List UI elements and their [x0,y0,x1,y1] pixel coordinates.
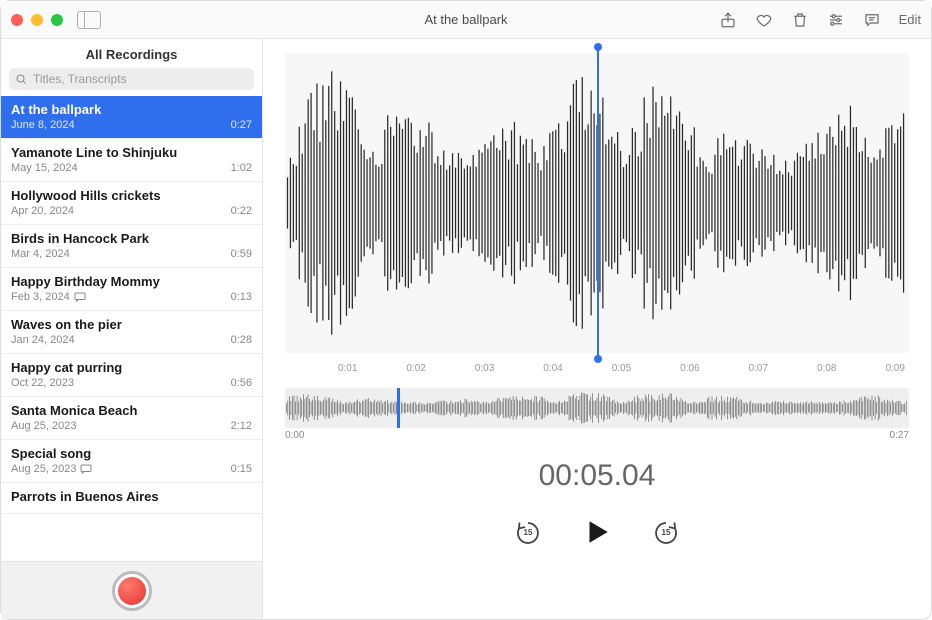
recording-item[interactable]: Happy Birthday Mommy Feb 3, 2024 0:13 [1,268,262,311]
playhead[interactable] [597,47,599,359]
detail-pane: 0:01 0:02 0:03 0:04 0:05 0:06 0:07 0:08 0:09 0:0… [263,39,931,619]
recording-title: Special song [11,446,252,461]
overview-end-time: 0:27 [890,430,909,441]
timeline-tick: 0:08 [817,363,836,374]
timeline-tick: 0:02 [406,363,425,374]
playback-controls: 15 15 [285,517,909,547]
recording-item[interactable]: Parrots in Buenos Aires [1,483,262,514]
sidebar: All Recordings At the ballpark June 8, 20… [1,39,263,619]
recording-title: At the ballpark [11,102,252,117]
toggle-sidebar-button[interactable] [77,11,101,29]
recording-title: Waves on the pier [11,317,252,332]
recording-title: Birds in Hancock Park [11,231,252,246]
recording-duration: 0:27 [231,119,252,131]
recording-duration: 0:13 [231,291,252,303]
skip-back-15-button[interactable]: 15 [514,518,542,546]
timeline-tick: 0:04 [543,363,562,374]
sidebar-footer [1,561,262,619]
recording-title: Yamanote Line to Shinjuku [11,145,252,160]
recordings-list: At the ballpark June 8, 2024 0:27 Yamanote … [1,96,262,561]
timeline-tick: 0:06 [680,363,699,374]
recording-item[interactable]: Waves on the pier Jan 24, 2024 0:28 [1,311,262,354]
minimize-window-button[interactable] [31,14,43,26]
close-window-button[interactable] [11,14,23,26]
play-button[interactable] [582,517,612,547]
recording-date: Aug 25, 2023 [11,420,76,432]
recording-duration: 0:59 [231,248,252,260]
recording-item[interactable]: Santa Monica Beach Aug 25, 2023 2:12 [1,397,262,440]
recording-item[interactable]: Birds in Hancock Park Mar 4, 2024 0:59 [1,225,262,268]
recording-item[interactable]: Hollywood Hills crickets Apr 20, 2024 0:22 [1,182,262,225]
titlebar: At the ballpark Edit [1,1,931,39]
recording-item[interactable]: Yamanote Line to Shinjuku May 15, 2024 1:0… [1,139,262,182]
transcript-badge-icon [80,464,92,474]
recording-title: Santa Monica Beach [11,403,252,418]
sidebar-title: All Recordings [1,39,262,68]
edit-button[interactable]: Edit [899,12,921,27]
recording-duration: 0:28 [231,334,252,346]
timeline-tick: 0:09 [885,363,904,374]
overview-playhead[interactable] [397,388,400,428]
share-icon[interactable] [719,11,737,29]
recording-duration: 2:12 [231,420,252,432]
recording-item[interactable]: At the ballpark June 8, 2024 0:27 [1,96,262,139]
trash-icon[interactable] [791,11,809,29]
recording-title: Happy cat purring [11,360,252,375]
record-button[interactable] [112,571,152,611]
recording-date: May 15, 2024 [11,162,78,174]
recording-title: Happy Birthday Mommy [11,274,252,289]
timeline-tick: 0:05 [612,363,631,374]
zoom-window-button[interactable] [51,14,63,26]
timeline-tick: 0:01 [338,363,357,374]
recording-duration: 0:56 [231,377,252,389]
timeline-tick: 0:03 [475,363,494,374]
recording-date: Apr 20, 2024 [11,205,74,217]
recording-title: Hollywood Hills crickets [11,188,252,203]
window-controls [11,14,63,26]
transcript-badge-icon [74,292,86,302]
timeline-tick: 0:07 [749,363,768,374]
skip-forward-15-button[interactable]: 15 [652,518,680,546]
toolbar: Edit [719,11,921,29]
search-input[interactable] [9,68,254,90]
svg-text:15: 15 [662,528,671,537]
waveform-overview[interactable] [285,388,909,428]
recording-date: Jan 24, 2024 [11,334,75,346]
current-time-display: 00:05.04 [285,459,909,493]
transcript-icon[interactable] [863,11,881,29]
recording-duration: 0:22 [231,205,252,217]
waveform-large[interactable] [285,53,909,353]
overview-start-time: 0:00 [285,430,304,441]
favorite-icon[interactable] [755,11,773,29]
recording-date: Mar 4, 2024 [11,248,70,260]
recording-date: Feb 3, 2024 [11,291,86,303]
recording-date: Aug 25, 2023 [11,463,92,475]
recording-title: Parrots in Buenos Aires [11,489,252,504]
svg-text:15: 15 [524,528,533,537]
record-icon [118,577,146,605]
recording-item[interactable]: Happy cat purring Oct 22, 2023 0:56 [1,354,262,397]
recording-date: June 8, 2024 [11,119,75,131]
recording-item[interactable]: Special song Aug 25, 2023 0:15 [1,440,262,483]
recording-date: Oct 22, 2023 [11,377,74,389]
settings-sliders-icon[interactable] [827,11,845,29]
recording-duration: 0:15 [231,463,252,475]
recording-duration: 1:02 [231,162,252,174]
